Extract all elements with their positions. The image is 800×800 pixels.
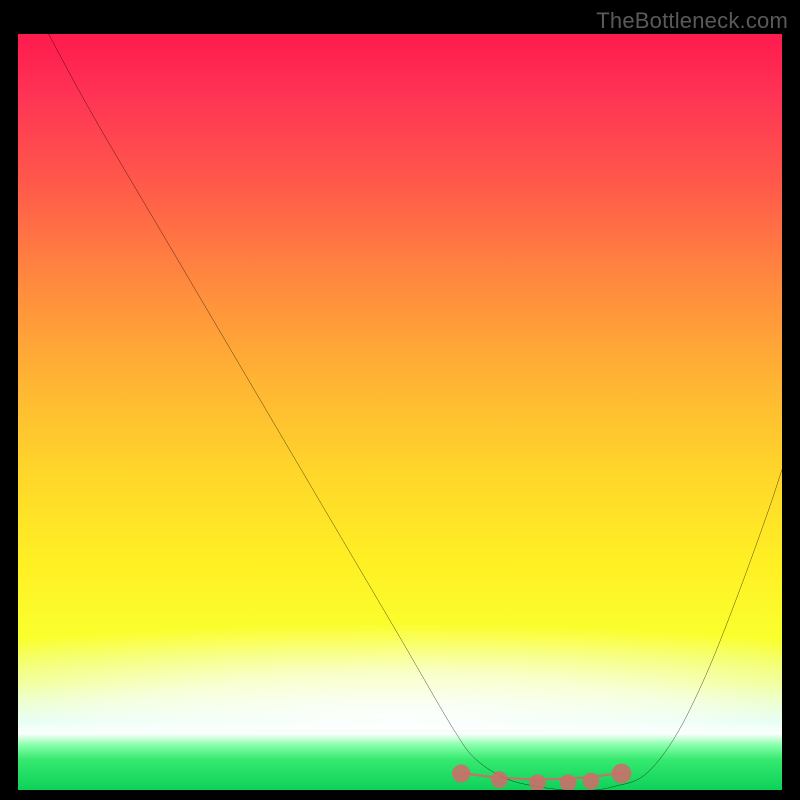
plot-area [16,32,784,792]
marker-flat-band-left [452,764,470,782]
marker-flat-band-mid4 [583,773,600,790]
bottleneck-curve [49,34,782,791]
chart-svg [18,34,782,792]
marker-flat-band-right [612,764,632,784]
stage: TheBottleneck.com [0,0,800,800]
watermark-text: TheBottleneck.com [596,8,788,34]
marker-flat-band-mid3 [560,774,577,791]
marker-flat-band-mid1 [491,771,508,788]
marker-group [452,764,632,792]
marker-flat-band-mid2 [529,774,546,791]
